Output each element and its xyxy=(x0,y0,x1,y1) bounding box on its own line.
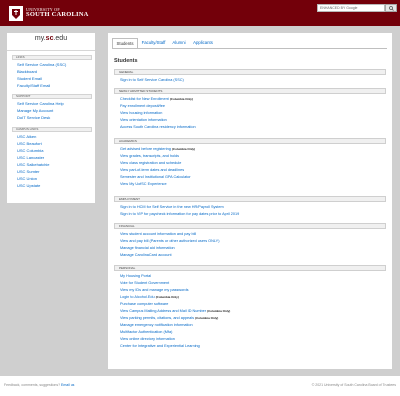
sidebar-section-support: SUPPORT xyxy=(12,94,92,99)
footer-email-link[interactable]: Email us xyxy=(61,383,74,387)
sidebar-link[interactable]: USC Aiken xyxy=(17,134,36,140)
sidebar-link[interactable]: USC Union xyxy=(17,176,37,182)
sidebar-section-campus: CAMPUS LINKS xyxy=(12,127,92,132)
sidebar-link[interactable]: USC Lancaster xyxy=(17,155,44,161)
usc-logo[interactable]: UNIVERSITY OF SOUTH CAROLINA xyxy=(9,4,89,22)
list-item[interactable]: View class registration and schedule xyxy=(120,161,181,166)
sidebar-link[interactable]: Faculty/Staff Email xyxy=(17,83,50,89)
tab-alumni[interactable]: Alumni xyxy=(169,38,189,48)
list-item[interactable]: View grades, transcripts, and holds xyxy=(120,154,179,159)
list-item[interactable]: Checklist for New Enrollment (Columbia O… xyxy=(120,97,193,102)
sidebar-link[interactable]: Manage My Account xyxy=(17,108,53,114)
list-item[interactable]: Sign in to HCM for Self Service in the n… xyxy=(120,205,224,210)
list-item[interactable]: Semester and Institutional GPA Calculato… xyxy=(120,175,191,180)
tab-applicants[interactable]: Applicants xyxy=(190,38,216,48)
list-item[interactable]: Get advised before registering (Columbia… xyxy=(120,147,195,152)
list-item[interactable]: View orientation information xyxy=(120,118,167,123)
card-header-personal: PERSONAL xyxy=(114,265,386,271)
footer-feedback: Feedback, comments, suggestions? Email u… xyxy=(4,383,75,387)
list-item[interactable]: View part-of-term dates and deadlines xyxy=(120,168,184,173)
item-note: (Columbia Only) xyxy=(155,295,179,299)
usc-seal-icon xyxy=(9,5,23,21)
list-item[interactable]: Center for Integrative and Experiential … xyxy=(120,344,200,349)
item-note: (Columbia Only) xyxy=(171,147,196,151)
sidebar-link[interactable]: USC Columbia xyxy=(17,148,43,154)
card-header-financial: FINANCIAL xyxy=(114,223,386,229)
item-note: (Columbia Only) xyxy=(207,309,231,313)
sidebar-link[interactable]: USC Sumter xyxy=(17,169,39,175)
list-item[interactable]: View parking permits, citations, and app… xyxy=(120,316,218,321)
list-item[interactable]: Multifactor Authentication (Mfa) xyxy=(120,330,172,335)
tab-students[interactable]: Students xyxy=(112,38,138,48)
mysc-brand[interactable]: my.sc.edu xyxy=(7,35,95,49)
sidebar: my.sc.edu LINKS Self Service Carolina (S… xyxy=(7,33,95,203)
sidebar-link[interactable]: USC Beaufort xyxy=(17,141,42,147)
list-item[interactable]: Sign in to VIP for paycheck information … xyxy=(120,212,239,217)
tab-faculty-staff[interactable]: Faculty/Staff xyxy=(139,38,168,48)
sidebar-link[interactable]: USC Upstate xyxy=(17,183,40,189)
sidebar-link[interactable]: Self Service Carolina Help xyxy=(17,101,64,107)
card-header-newly-admitted: NEWLY ADMITTED STUDENTS xyxy=(114,88,386,94)
sidebar-link[interactable]: Self Service Carolina (SSC) xyxy=(17,62,66,68)
list-item[interactable]: Sign in to Self Service Carolina (SSC) xyxy=(120,78,184,83)
list-item[interactable]: Pay enrollment deposit/fee xyxy=(120,104,165,109)
item-note: (Columbia Only) xyxy=(169,97,193,101)
list-item[interactable]: Manage CarolinaCard account xyxy=(120,253,172,258)
search-button[interactable] xyxy=(385,4,397,12)
sidebar-link[interactable]: USC Salkehatchie xyxy=(17,162,49,168)
list-item[interactable]: Vote for Student Government xyxy=(120,281,169,286)
list-item[interactable]: View online directory information xyxy=(120,337,175,342)
sidebar-link[interactable]: Student Email xyxy=(17,76,42,82)
logo-line2: SOUTH CAROLINA xyxy=(26,10,89,18)
list-item[interactable]: View housing information xyxy=(120,111,162,116)
sidebar-link[interactable]: Blackboard xyxy=(17,69,37,75)
tab-divider xyxy=(112,48,387,49)
sidebar-section-links: LINKS xyxy=(12,55,92,60)
list-item[interactable]: Manage financial aid information xyxy=(120,246,175,251)
list-item[interactable]: Manage emergency notification informatio… xyxy=(120,323,193,328)
item-note: (Columbia Only) xyxy=(195,316,219,320)
list-item[interactable]: My Housing Portal xyxy=(120,274,151,279)
page-title: Students xyxy=(114,58,138,64)
search-input[interactable]: ENHANCED BY Google xyxy=(317,4,385,12)
divider xyxy=(7,50,95,51)
footer-copyright: © 2021 University of South Carolina Boar… xyxy=(311,383,396,387)
card-header-general: GENERAL xyxy=(114,69,386,75)
list-item[interactable]: View student account information and pay… xyxy=(120,232,196,237)
list-item[interactable]: View My UofSC Experience xyxy=(120,182,167,187)
card-header-academics: ACADEMICS xyxy=(114,138,386,144)
card-header-employment: EMPLOYMENT xyxy=(114,196,386,202)
list-item[interactable]: View Campus Mailing Address and Mail ID … xyxy=(120,309,230,314)
list-item[interactable]: View and pay bill (Parents or other auth… xyxy=(120,239,219,244)
list-item[interactable]: Login to Alcohol.Edu (Columbia Only) xyxy=(120,295,179,300)
list-item[interactable]: Purchase computer software xyxy=(120,302,168,307)
search-icon xyxy=(388,5,394,11)
list-item[interactable]: Access South Carolina residency informat… xyxy=(120,125,196,130)
list-item[interactable]: View my IDs and manage my passwords xyxy=(120,288,189,293)
sidebar-link[interactable]: DoIT Service Desk xyxy=(17,115,50,121)
